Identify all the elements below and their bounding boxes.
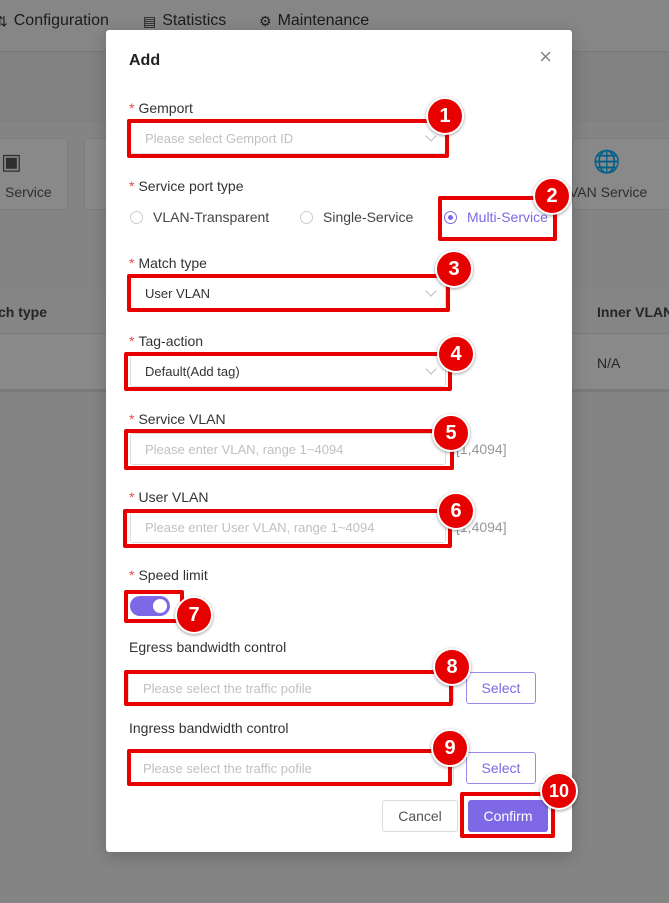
dialog-title: Add xyxy=(129,52,161,69)
match-type-label: * Match type xyxy=(129,255,207,271)
tag-action-label: * Tag-action xyxy=(129,333,204,349)
radio-circle xyxy=(300,210,313,224)
callout-badge: 3 xyxy=(435,250,473,288)
callout-badge: 10 xyxy=(540,772,578,810)
speed-limit-label: * Speed limit xyxy=(129,567,208,583)
egress-select-button[interactable]: Select xyxy=(466,672,536,704)
cancel-button[interactable]: Cancel xyxy=(382,800,458,832)
ingress-label: Ingress bandwidth control xyxy=(129,720,289,736)
annotation-box xyxy=(127,119,449,158)
service-vlan-label: * Service VLAN xyxy=(129,411,226,427)
callout-badge: 8 xyxy=(433,648,471,686)
annotation-box xyxy=(124,352,452,391)
callout-badge: 7 xyxy=(175,596,213,634)
service-port-type-label: * Service port type xyxy=(129,178,244,194)
annotation-box xyxy=(124,429,454,470)
callout-badge: 9 xyxy=(431,729,469,767)
radio-vlan-transparent[interactable]: VLAN-Transparent xyxy=(130,209,269,225)
radio-single-service[interactable]: Single-Service xyxy=(300,209,413,225)
ingress-select-button[interactable]: Select xyxy=(466,752,536,784)
egress-label: Egress bandwidth control xyxy=(129,639,287,655)
close-icon[interactable]: × xyxy=(539,46,552,68)
annotation-box xyxy=(123,509,452,548)
annotation-box xyxy=(124,670,453,706)
gemport-label: * Gemport xyxy=(129,100,193,116)
radio-circle xyxy=(130,210,143,224)
callout-badge: 4 xyxy=(437,335,475,373)
annotation-box xyxy=(127,274,450,312)
annotation-box xyxy=(127,749,452,786)
callout-badge: 6 xyxy=(437,492,475,530)
callout-badge: 1 xyxy=(426,97,464,135)
callout-badge: 2 xyxy=(533,177,571,215)
user-vlan-label: * User VLAN xyxy=(129,489,209,505)
callout-badge: 5 xyxy=(432,414,470,452)
